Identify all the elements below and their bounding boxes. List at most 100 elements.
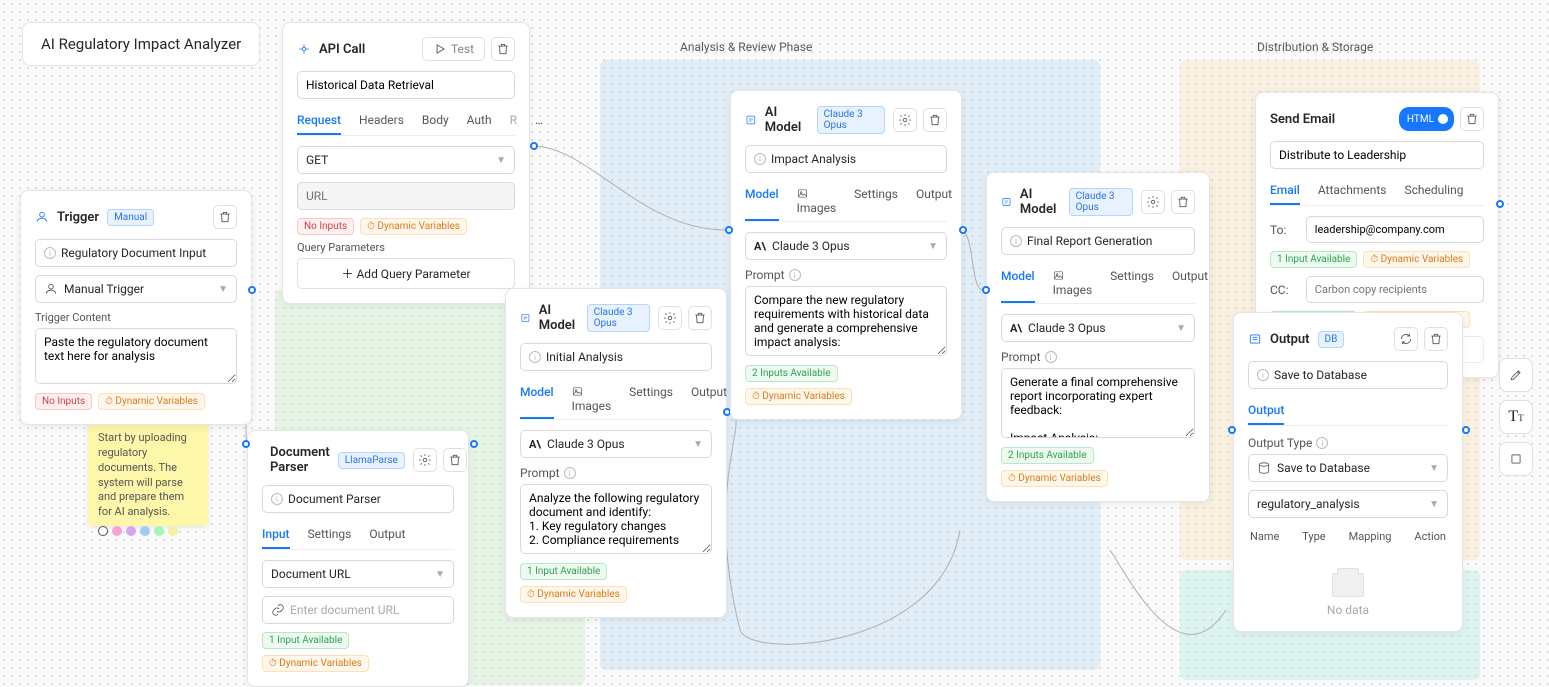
tab-output[interactable]: Output — [369, 521, 405, 549]
ai1-delete-button[interactable] — [688, 306, 712, 330]
dyn-vars-tag[interactable]: ⏱ Dynamic Variables — [745, 388, 852, 405]
ai3-tabs: Model Images Settings Output — [1001, 263, 1195, 304]
tab-output[interactable]: Output — [1248, 397, 1284, 425]
tab-model[interactable]: Model — [1001, 263, 1035, 303]
tab-settings[interactable]: Settings — [1110, 263, 1154, 303]
ai3-prompt-textarea[interactable] — [1001, 368, 1195, 438]
tab-images[interactable]: Images — [572, 379, 612, 419]
ai3-card[interactable]: AI Model Claude 3 Opus iFinal Report Gen… — [986, 172, 1210, 502]
trigger-content-textarea[interactable] — [35, 328, 237, 384]
api-delete-button[interactable] — [491, 37, 515, 61]
output-type-label: Output Type — [1248, 436, 1312, 450]
tab-r[interactable]: R — [510, 107, 517, 135]
sticky-note[interactable]: Start by uploading regulatory documents.… — [88, 421, 208, 526]
tab-output[interactable]: Output — [1172, 263, 1208, 303]
ai1-prompt-textarea[interactable] — [520, 484, 712, 554]
cc-input[interactable] — [1306, 276, 1484, 303]
trigger-delete-button[interactable] — [213, 205, 237, 229]
ai3-model-select[interactable]: A\Claude 3 Opus ▼ — [1001, 314, 1195, 342]
trigger-card[interactable]: Trigger Manual iRegulatory Document Inpu… — [20, 190, 252, 425]
dyn-vars-tag[interactable]: ⏱ Dynamic Variables — [1001, 470, 1108, 487]
to-input[interactable] — [1306, 216, 1484, 243]
trigger-name-input[interactable]: iRegulatory Document Input — [35, 239, 237, 267]
tab-settings[interactable]: Settings — [629, 379, 673, 419]
api-method-select[interactable]: GET▼ — [297, 146, 515, 174]
output-output-port[interactable] — [1462, 426, 1470, 434]
parser-input-port[interactable] — [242, 440, 250, 448]
api-test-button[interactable]: Test — [422, 37, 485, 61]
output-delete-button[interactable] — [1424, 327, 1448, 351]
parser-card[interactable]: Document Parser LlamaParse iDocument Par… — [247, 430, 469, 687]
shape-tool-button[interactable] — [1499, 442, 1533, 476]
tab-input[interactable]: Input — [262, 521, 290, 549]
ai2-output-port[interactable] — [959, 226, 967, 234]
tab-output[interactable]: Output — [916, 181, 952, 221]
ai1-settings-button[interactable] — [658, 306, 682, 330]
parser-input-select[interactable]: Document URL▼ — [262, 560, 454, 588]
api-name-input[interactable] — [297, 71, 515, 99]
parser-settings-button[interactable] — [413, 448, 437, 472]
ai1-model-select[interactable]: A\Claude 3 Opus ▼ — [520, 430, 712, 458]
ai2-card[interactable]: AI Model Claude 3 Opus iImpact Analysis … — [730, 90, 962, 420]
tab-output[interactable]: Output — [691, 379, 727, 419]
ai2-delete-button[interactable] — [923, 108, 947, 132]
email-output-port[interactable] — [1496, 200, 1504, 208]
ai2-settings-button[interactable] — [893, 108, 917, 132]
tab-model[interactable]: Model — [520, 379, 554, 419]
dyn-vars-tag[interactable]: ⏱ Dynamic Variables — [360, 218, 467, 235]
ai3-delete-button[interactable] — [1171, 190, 1195, 214]
dyn-vars-tag[interactable]: ⏱ Dynamic Variables — [98, 393, 205, 410]
tab-model[interactable]: Model — [745, 181, 779, 221]
tab-settings[interactable]: Settings — [854, 181, 898, 221]
sticky-color-dots[interactable] — [98, 526, 198, 536]
tab-more[interactable]: … — [535, 107, 543, 135]
ai3-settings-button[interactable] — [1141, 190, 1165, 214]
edit-tool-button[interactable] — [1499, 358, 1533, 392]
trigger-output-port[interactable] — [248, 286, 256, 294]
trigger-type-select[interactable]: Manual Trigger ▼ — [35, 275, 237, 303]
html-toggle[interactable]: HTML — [1399, 107, 1454, 131]
output-refresh-button[interactable] — [1394, 327, 1418, 351]
api-url-input[interactable] — [297, 182, 515, 210]
workflow-title-badge: AI Regulatory Impact Analyzer — [22, 22, 260, 66]
dyn-vars-tag[interactable]: ⏱ Dynamic Variables — [262, 655, 369, 672]
tab-scheduling[interactable]: Scheduling — [1404, 177, 1463, 205]
output-input-port[interactable] — [1228, 426, 1236, 434]
ai2-name-input[interactable]: iImpact Analysis — [745, 145, 947, 173]
parser-url-input[interactable]: Enter document URL — [262, 596, 454, 624]
dyn-vars-tag[interactable]: ⏱ Dynamic Variables — [1363, 251, 1470, 268]
text-tool-button[interactable]: TT — [1499, 400, 1533, 434]
tab-email[interactable]: Email — [1270, 177, 1300, 205]
output-name-input[interactable]: iSave to Database — [1248, 361, 1448, 389]
ai2-model-select[interactable]: A\Claude 3 Opus ▼ — [745, 232, 947, 260]
ai3-input-port[interactable] — [982, 286, 990, 294]
text-t-icon: TT — [1508, 408, 1523, 426]
parser-name-input[interactable]: iDocument Parser — [262, 485, 454, 513]
email-delete-button[interactable] — [1460, 107, 1484, 131]
output-type-select[interactable]: Save to Database ▼ — [1248, 454, 1448, 482]
ai1-card[interactable]: AI Model Claude 3 Opus iInitial Analysis… — [505, 288, 727, 618]
output-table-select[interactable]: regulatory_analysis▼ — [1248, 490, 1448, 518]
add-query-button[interactable]: ＋ Add Query Parameter — [297, 258, 515, 289]
chevron-down-icon: ▼ — [435, 569, 445, 580]
dyn-vars-tag[interactable]: ⏱ Dynamic Variables — [520, 586, 627, 603]
parser-delete-button[interactable] — [443, 448, 467, 472]
tab-auth[interactable]: Auth — [467, 107, 492, 135]
tab-request[interactable]: Request — [297, 107, 341, 135]
email-name-input[interactable] — [1270, 141, 1484, 169]
chevron-down-icon: ▼ — [496, 155, 506, 166]
ai2-prompt-textarea[interactable] — [745, 286, 947, 356]
api-output-port[interactable] — [530, 142, 538, 150]
api-card[interactable]: API Call Test Request Headers Body Auth … — [282, 22, 530, 304]
tab-headers[interactable]: Headers — [359, 107, 404, 135]
tab-images[interactable]: Images — [797, 181, 837, 221]
tab-body[interactable]: Body — [422, 107, 449, 135]
ai2-input-port[interactable] — [725, 226, 733, 234]
tab-attachments[interactable]: Attachments — [1318, 177, 1387, 205]
parser-output-port[interactable] — [470, 440, 478, 448]
ai3-name-input[interactable]: iFinal Report Generation — [1001, 227, 1195, 255]
tab-images[interactable]: Images — [1053, 263, 1093, 303]
tab-settings[interactable]: Settings — [308, 521, 352, 549]
output-card[interactable]: Output DB iSave to Database Output Outpu… — [1233, 312, 1463, 632]
ai1-name-input[interactable]: iInitial Analysis — [520, 343, 712, 371]
